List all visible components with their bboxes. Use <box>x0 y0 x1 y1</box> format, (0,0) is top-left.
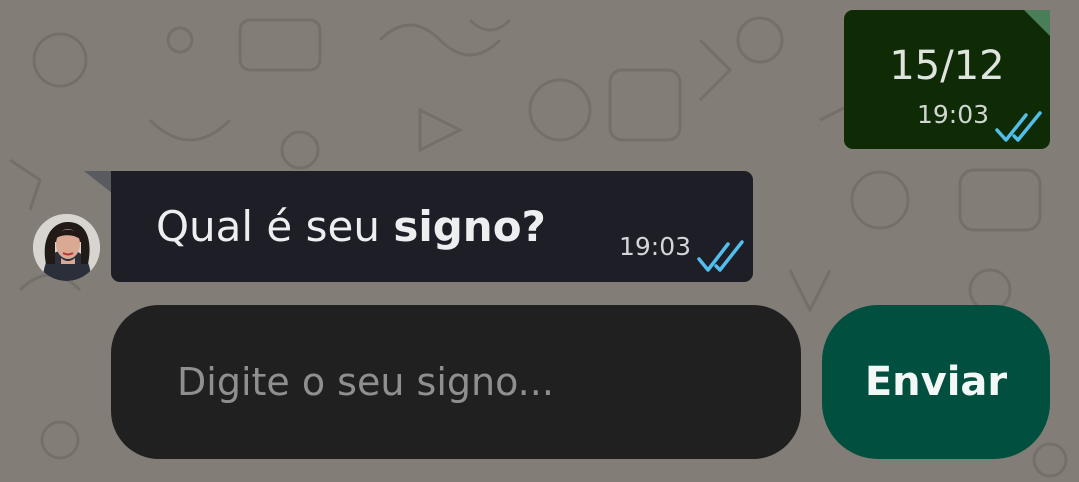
avatar[interactable] <box>33 214 100 281</box>
message-input-container <box>111 305 801 459</box>
double-check-read-icon <box>697 240 744 272</box>
incoming-message-bubble[interactable]: Qual é seu signo? 19:03 <box>111 171 753 282</box>
incoming-bubble-tail <box>84 171 112 193</box>
incoming-message-text-plain: Qual é seu <box>156 202 394 251</box>
incoming-message-time: 19:03 <box>619 232 692 261</box>
outgoing-message-time: 19:03 <box>917 100 990 129</box>
outgoing-message-text: 15/12 <box>889 43 1005 89</box>
outgoing-message-bubble[interactable]: 15/12 19:03 <box>844 10 1050 149</box>
avatar-photo <box>33 214 100 281</box>
outgoing-bubble-tail <box>1024 10 1050 36</box>
incoming-message-text-bold: signo? <box>393 202 546 251</box>
send-button[interactable]: Enviar <box>822 305 1050 459</box>
double-check-read-icon <box>995 111 1042 142</box>
signo-input[interactable] <box>177 305 767 459</box>
incoming-message-text: Qual é seu signo? <box>156 202 546 252</box>
